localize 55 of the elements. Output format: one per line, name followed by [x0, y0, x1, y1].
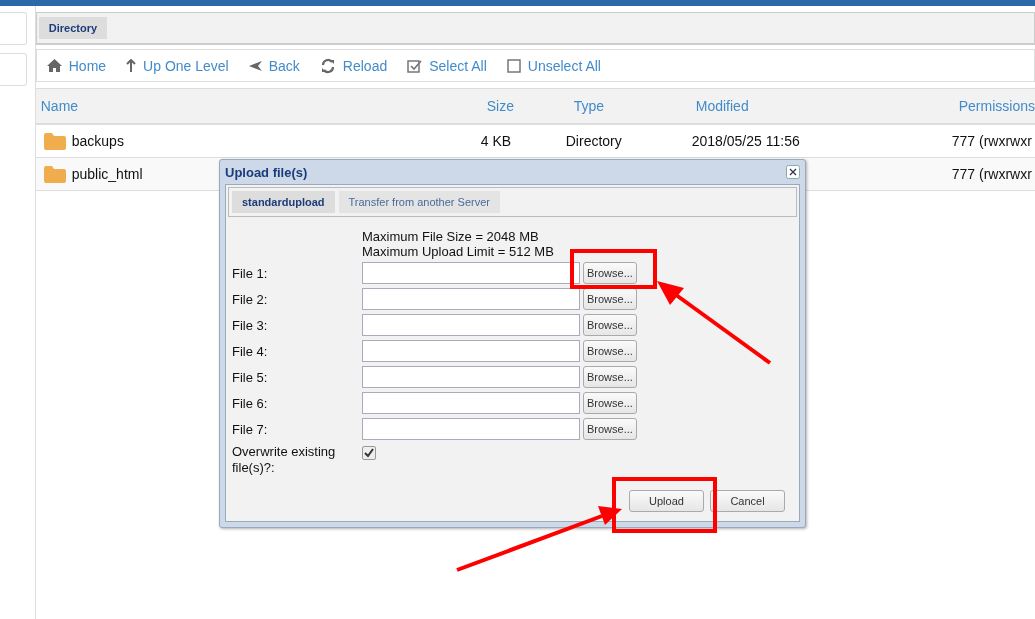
browse-button[interactable]: Browse... [583, 366, 637, 388]
field-label: Overwrite existing file(s)?: [232, 444, 337, 476]
up-arrow-icon [126, 59, 137, 72]
dialog-button[interactable]: Cancel [710, 490, 785, 512]
limit-text: Maximum Upload Limit = 512 MB [362, 244, 555, 259]
dialog-tab[interactable]: Transfer from another Server [338, 191, 500, 213]
browse-button[interactable]: Browse... [583, 392, 637, 414]
browse-button[interactable]: Browse... [583, 288, 637, 310]
file-field[interactable] [362, 288, 580, 310]
browse-button[interactable]: Browse... [583, 262, 637, 284]
toolbar-link[interactable]: Home [46, 57, 107, 74]
table-cell: backups [71, 133, 124, 149]
file-field[interactable] [362, 340, 580, 362]
toolbar-link[interactable]: Reload [319, 57, 388, 74]
field-label: File 4: [232, 343, 269, 359]
back-arrow-icon [248, 60, 262, 71]
file-field[interactable] [362, 314, 580, 336]
close-icon[interactable] [786, 165, 800, 179]
breadcrumb-item[interactable]: Directory [38, 17, 108, 39]
field-label: File 5: [232, 369, 269, 385]
table-cell: Directory [565, 133, 622, 149]
checkbox-icon [506, 58, 521, 73]
toolbar-link[interactable]: Back [248, 57, 300, 74]
folder-icon [43, 132, 66, 150]
table-cell: public_html [71, 166, 143, 182]
toolbar-link[interactable]: Select All [407, 57, 487, 74]
browse-button[interactable]: Browse... [583, 418, 637, 440]
folder-icon [43, 165, 66, 183]
sidebar-panel [0, 12, 27, 45]
home-icon [46, 59, 62, 72]
table-cell: 4 KB [480, 133, 512, 149]
field-label: File 3: [232, 317, 269, 333]
toolbar-link[interactable]: Up One Level [126, 57, 229, 74]
field-label: File 1: [232, 265, 269, 281]
file-field[interactable] [362, 392, 580, 414]
table-cell: 777 (rwxrwxr [951, 133, 1032, 149]
checkbox-checked-icon [407, 58, 423, 73]
field-label: File 7: [232, 421, 269, 437]
browse-button[interactable]: Browse... [583, 340, 637, 362]
table-cell: 2018/05/25 11:56 [691, 133, 800, 149]
file-field[interactable] [362, 366, 580, 388]
file-field[interactable] [362, 262, 580, 284]
reload-icon [319, 57, 336, 74]
field-label: File 2: [232, 291, 269, 307]
limit-text: Maximum File Size = 2048 MB [362, 229, 540, 244]
sidebar-panel [0, 53, 27, 86]
dialog-title: Upload file(s) [225, 164, 308, 180]
toolbar-link[interactable]: Unselect All [506, 57, 601, 74]
dialog-button[interactable]: Upload [629, 490, 704, 512]
table-cell: 777 (rwxrwxr [951, 166, 1032, 182]
field-label: File 6: [232, 395, 269, 411]
browse-button[interactable]: Browse... [583, 314, 637, 336]
dialog-tab[interactable]: standardupload [232, 191, 335, 213]
file-field[interactable] [362, 418, 580, 440]
overwrite-checkbox[interactable] [362, 446, 376, 460]
